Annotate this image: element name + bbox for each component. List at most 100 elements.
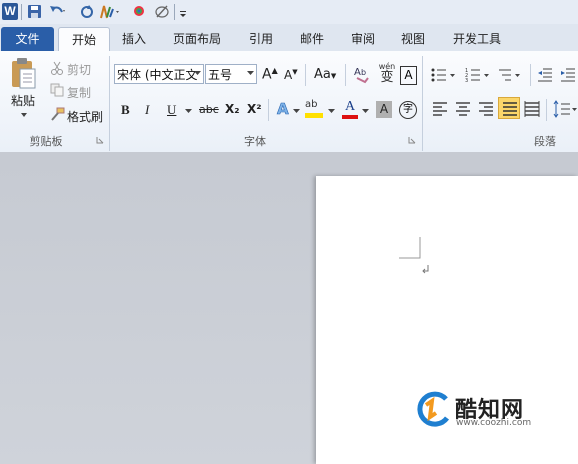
dialog-launcher-icon[interactable] [96, 136, 104, 144]
font-group-label: 字体 [244, 135, 266, 148]
grow-font-label: A [262, 66, 272, 83]
tab-references[interactable]: 引用 [239, 27, 283, 51]
enclose-char-button[interactable]: 字 [399, 101, 417, 119]
watermark-url: www.coozhi.com [456, 418, 532, 428]
divider [174, 4, 175, 20]
increase-indent-icon[interactable] [560, 67, 576, 83]
chevron-down-icon[interactable] [293, 109, 300, 114]
font-name-combo[interactable]: 宋体 (中文正文 [114, 64, 204, 84]
change-case-button[interactable]: Aa▼ [314, 67, 336, 82]
redo-icon[interactable] [80, 3, 94, 20]
format-painter-button[interactable]: 格式刷 [67, 108, 103, 125]
shrink-font-button[interactable]: A▼ [284, 68, 298, 82]
line-spacing-icon[interactable] [553, 100, 578, 118]
paragraph-group-label: 段落 [534, 135, 556, 148]
divider [530, 64, 531, 86]
char-border-label: A [404, 68, 413, 82]
chevron-down-icon[interactable] [185, 109, 192, 114]
scissors-icon [51, 61, 63, 75]
tab-view[interactable]: 视图 [391, 27, 435, 51]
chevron-down-icon[interactable] [362, 109, 369, 114]
font-name-value: 宋体 (中文正文 [117, 68, 198, 82]
bullets-icon[interactable] [431, 67, 457, 83]
align-right-icon[interactable] [478, 101, 494, 117]
grow-font-button[interactable]: A▲ [262, 66, 278, 83]
format-brush-icon [51, 107, 65, 121]
distribute-icon[interactable] [524, 101, 540, 117]
italic-button[interactable]: I [145, 102, 149, 118]
numbering-icon[interactable]: 123 [465, 67, 491, 83]
text-effects-button[interactable]: A [277, 100, 289, 119]
paste-dropdown-icon[interactable] [20, 112, 28, 118]
underline-button[interactable]: U [167, 102, 176, 118]
enclose-char-label: 字 [403, 104, 413, 115]
tab-review[interactable]: 审阅 [341, 27, 385, 51]
highlight-label: ab [305, 99, 318, 110]
change-case-label: Aa [314, 67, 331, 82]
highlight-color-bar [305, 113, 323, 118]
phonetic-guide-button[interactable]: wén 变 [377, 62, 397, 86]
decrease-indent-icon[interactable] [537, 67, 553, 83]
svg-text:3: 3 [465, 78, 468, 83]
divider [268, 99, 269, 121]
group-divider [422, 56, 423, 151]
font-color-button[interactable]: A [342, 99, 358, 121]
ribbon-tab-bar: 文件 开始 插入 页面布局 引用 邮件 审阅 视图 开发工具 [0, 24, 578, 53]
phonetic-guide-char: 变 [380, 70, 394, 85]
tab-file[interactable]: 文件 [1, 27, 54, 51]
align-center-icon[interactable] [455, 101, 471, 117]
multilevel-list-icon[interactable] [497, 67, 523, 83]
group-divider [109, 56, 110, 151]
tab-home[interactable]: 开始 [58, 27, 110, 53]
coozhi-logo-icon [417, 391, 450, 427]
dialog-launcher-icon[interactable] [408, 136, 416, 144]
watermark-logo [416, 391, 452, 427]
text-effects-label: A [277, 100, 289, 119]
char-shading-label: A [379, 102, 389, 116]
divider [546, 99, 547, 121]
font-size-value: 五号 [208, 68, 233, 82]
strikethrough-button[interactable]: abc [199, 103, 219, 116]
char-shading-button[interactable]: A [376, 101, 392, 118]
chevron-down-icon[interactable] [328, 109, 335, 114]
chevron-down-icon[interactable] [247, 71, 254, 76]
font-color-label: A [344, 99, 356, 114]
subscript-button[interactable]: X₂ [225, 102, 240, 116]
divider [21, 4, 22, 20]
font-color-bar [342, 115, 358, 119]
justify-icon [503, 102, 517, 116]
clear-format-button[interactable]: Ab [353, 64, 371, 86]
tab-insert[interactable]: 插入 [112, 27, 156, 51]
chevron-down-icon[interactable] [194, 71, 201, 76]
superscript-button[interactable]: X² [247, 102, 262, 116]
divider [305, 64, 306, 86]
customize-icon[interactable] [178, 3, 188, 20]
draw-icon[interactable] [154, 3, 170, 20]
copy-icon [50, 83, 64, 97]
quick-access-toolbar: W [0, 0, 578, 24]
svg-text:A: A [354, 67, 361, 78]
paste-icon[interactable] [9, 57, 37, 91]
paste-button-label[interactable]: 粘贴 [11, 92, 35, 109]
align-left-icon[interactable] [432, 101, 448, 117]
highlight-button[interactable]: ab [305, 99, 325, 121]
shrink-font-label: A [284, 68, 293, 82]
word-icon[interactable]: W [2, 3, 18, 20]
bold-button[interactable]: B [121, 102, 130, 118]
margin-corner-mark [399, 237, 421, 259]
cut-button[interactable]: 剪切 [67, 61, 91, 78]
tab-page-layout[interactable]: 页面布局 [164, 27, 230, 51]
tab-mailings[interactable]: 邮件 [290, 27, 334, 51]
undo-icon[interactable] [48, 3, 66, 20]
char-border-button[interactable]: A [400, 66, 417, 85]
svg-text:b: b [361, 68, 366, 77]
justify-button[interactable] [498, 97, 520, 119]
paragraph-mark-icon [422, 265, 429, 274]
tab-developer[interactable]: 开发工具 [445, 27, 509, 51]
format-painter-icon[interactable] [98, 3, 122, 20]
copy-button[interactable]: 复制 [67, 84, 91, 101]
clear-format-icon: Ab [354, 67, 369, 84]
color-icon[interactable] [132, 3, 146, 20]
divider [345, 64, 346, 86]
save-icon[interactable] [27, 3, 42, 20]
